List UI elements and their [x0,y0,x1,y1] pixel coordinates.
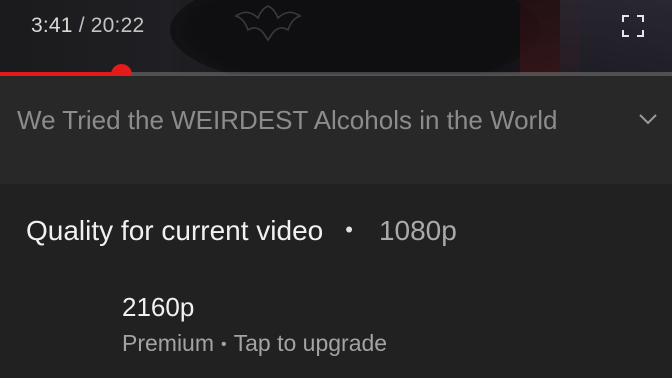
quality-option-subtitle: Premium • Tap to upgrade [122,328,622,360]
quality-option-label: 2160p [122,292,195,322]
quality-header: Quality for current video • 1080p [26,211,457,249]
quality-option-2160p[interactable]: 2160p Premium • Tap to upgrade [122,290,622,360]
quality-header-separator: • [345,217,353,242]
quality-sheet: Quality for current video • 1080p 2160p Pr… [0,184,672,378]
current-time: 3:41 [31,14,73,37]
premium-label: Premium [122,330,215,356]
time-display: 3:41 / 20:22 [31,14,144,38]
quality-header-label: Quality for current video [26,215,324,246]
current-quality-value: 1080p [378,215,457,246]
chevron-down-icon[interactable] [638,112,658,126]
tap-to-upgrade-link[interactable]: Tap to upgrade [234,330,387,356]
subtitle-separator: • [221,336,227,353]
video-duration: 20:22 [90,14,145,37]
video-title: We Tried the WEIRDEST Alcohols in the Wo… [17,105,558,135]
time-separator: / [72,14,91,37]
video-title-bar[interactable]: We Tried the WEIRDEST Alcohols in the Wo… [0,76,672,184]
video-frame[interactable]: 3:41 / 20:22 [0,0,672,74]
fullscreen-icon[interactable] [622,15,644,37]
